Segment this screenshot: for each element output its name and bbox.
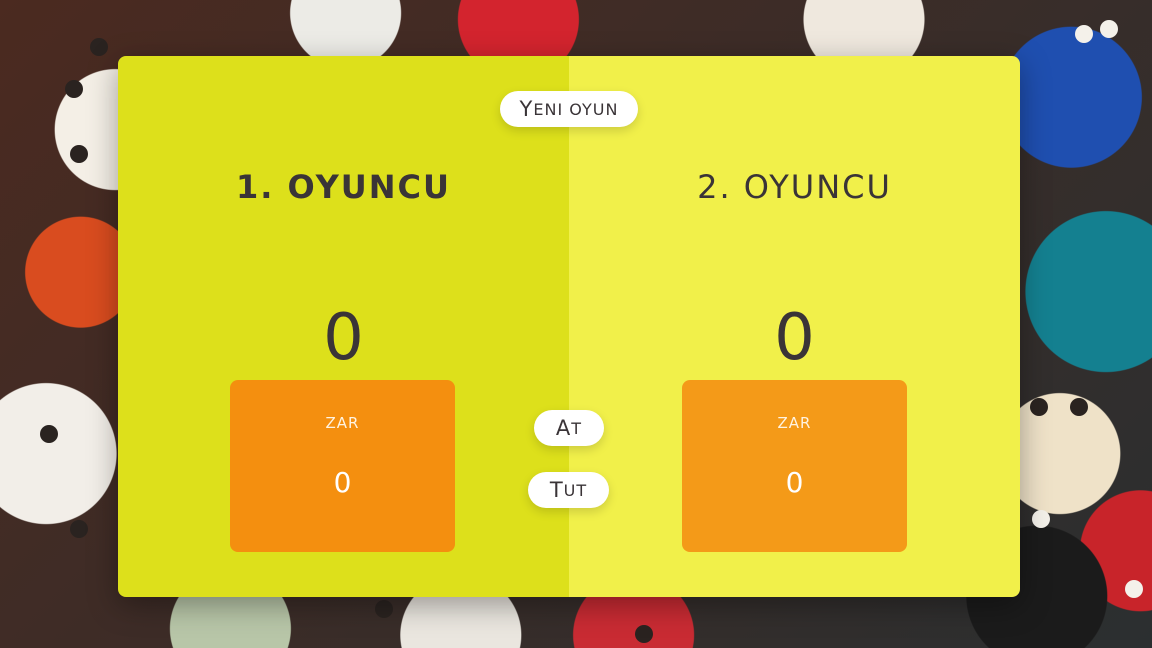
- die-pip: [1070, 398, 1088, 416]
- player-2-score: 0: [774, 301, 815, 375]
- player-2-current-box: ZAR 0: [682, 380, 907, 552]
- roll-initial: A: [555, 416, 572, 440]
- player-1-current-score: 0: [333, 466, 352, 499]
- hold-button[interactable]: T UT: [528, 472, 609, 508]
- player-2-current-score: 0: [785, 466, 804, 499]
- new-game-button[interactable]: Y ENI OYUN: [500, 91, 638, 127]
- player-1-current-box: ZAR 0: [230, 380, 455, 552]
- die-pip: [1032, 510, 1050, 528]
- player-1-score: 0: [323, 301, 364, 375]
- die-pip: [40, 425, 58, 443]
- die-pip: [65, 80, 83, 98]
- die-pip: [90, 38, 108, 56]
- die-pip: [1100, 20, 1118, 38]
- roll-dice-button[interactable]: AT: [534, 410, 604, 446]
- new-game-initial: Y: [519, 97, 534, 121]
- die-pip: [635, 625, 653, 643]
- player-2-name: 2. OYUNCU: [697, 168, 892, 206]
- die-pip: [70, 145, 88, 163]
- die-pip: [1075, 25, 1093, 43]
- die-pip: [1030, 398, 1048, 416]
- hold-initial: T: [549, 478, 564, 502]
- die-pip: [375, 600, 393, 618]
- die-pip: [70, 520, 88, 538]
- roll-rest: T: [571, 418, 583, 438]
- new-game-rest: ENI OYUN: [533, 99, 619, 119]
- player-1-name: 1. OYUNCU: [235, 168, 452, 206]
- player-1-panel: 1. OYUNCU 0 ZAR 0: [118, 56, 569, 597]
- die-pip: [1125, 580, 1143, 598]
- player-2-current-label: ZAR: [777, 414, 812, 432]
- player-1-current-label: ZAR: [325, 414, 360, 432]
- hold-rest: UT: [563, 480, 588, 500]
- game-panel: 1. OYUNCU 0 ZAR 0 2. OYUNCU 0 ZAR 0: [118, 56, 1020, 597]
- player-2-panel: 2. OYUNCU 0 ZAR 0: [569, 56, 1020, 597]
